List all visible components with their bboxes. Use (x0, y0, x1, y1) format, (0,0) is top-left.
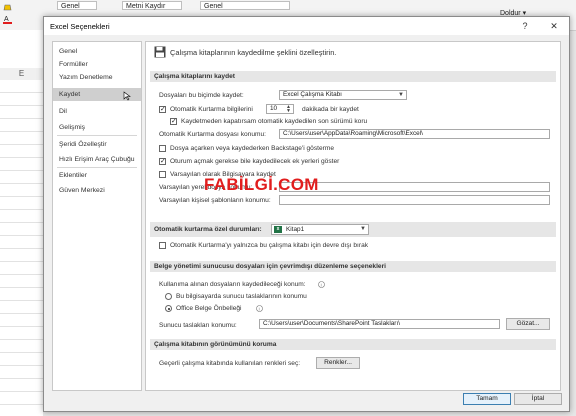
mouse-cursor-icon (123, 91, 131, 101)
dialog-titlebar: Excel Seçenekleri ? ✕ (44, 17, 569, 35)
info-icon: i (318, 281, 325, 288)
help-button[interactable]: ? (518, 20, 532, 32)
section-appearance: Çalışma kitabının görünümünü koruma (150, 339, 556, 350)
autorecover-location-input[interactable]: C:\Users\user\AppData\Roaming\Microsoft\… (279, 129, 550, 139)
workbook-dropdown[interactable]: Kitap1 ▼ (271, 224, 369, 235)
watermark: FABİLGİ.COM (204, 175, 319, 194)
nav-item-formuller[interactable]: Formüller (53, 58, 141, 71)
svg-text:i: i (259, 306, 260, 311)
backstage-checkbox[interactable] (159, 145, 166, 152)
ribbon-format-left[interactable]: Genel (57, 1, 97, 10)
excel-workbook-icon: x (274, 226, 282, 233)
save-format-dropdown[interactable]: Excel Çalışma Kitabı ▼ (279, 90, 407, 100)
dialog-title: Excel Seçenekleri (50, 22, 110, 31)
save-format-label: Dosyaları bu biçimde kaydet: (159, 92, 244, 99)
autorecover-label: Otomatik Kurtarma bilgilerini (170, 106, 253, 113)
nav-item-hizli-erisim[interactable]: Hızlı Erişim Araç Çubuğu (53, 153, 141, 166)
cancel-button[interactable]: İptal (514, 393, 562, 405)
colors-button[interactable]: Renkler... (316, 357, 360, 369)
chevron-down-icon: ▼ (360, 226, 366, 232)
info-icon: i (256, 305, 263, 312)
section-save-workbooks: Çalışma kitaplarını kaydet (150, 71, 556, 82)
option-office-cache-radio[interactable] (165, 305, 172, 312)
nav-item-guven-merkezi[interactable]: Güven Merkezi (53, 184, 141, 197)
disable-autorecover-checkbox[interactable] (159, 242, 166, 249)
number-format-dropdown[interactable]: Genel (200, 1, 290, 10)
default-local-location-input[interactable] (279, 182, 550, 192)
worksheet-rows (0, 80, 43, 416)
autorecover-location-label: Otomatik Kurtarma dosyası konumu: (159, 131, 267, 138)
wrap-text-button[interactable]: Metni Kaydır (122, 1, 182, 10)
option-office-cache-label: Office Belge Önbelleği (176, 305, 242, 312)
checked-out-location-label: Kullanıma alınan dosyaların kaydedileceğ… (159, 281, 306, 288)
floppy-disk-icon (154, 46, 166, 58)
close-button[interactable]: ✕ (547, 20, 561, 32)
svg-text:A: A (4, 16, 9, 23)
drafts-location-input[interactable]: C:\Users\user\Documents\SharePoint Tasla… (259, 319, 500, 329)
nav-item-dil[interactable]: Dil (53, 105, 141, 118)
browse-button[interactable]: Gözat... (506, 318, 550, 330)
excel-options-dialog: Excel Seçenekleri ? ✕ Genel Formüller Ya… (43, 16, 570, 412)
svg-text:i: i (321, 282, 322, 287)
personal-templates-label: Varsayılan kişisel şablonların konumu: (159, 197, 271, 204)
nav-item-genel[interactable]: Genel (53, 45, 141, 58)
backstage-label: Dosya açarken veya kaydederken Backstage… (170, 145, 334, 152)
keep-last-version-checkbox[interactable]: ✓ (170, 118, 177, 125)
save-to-computer-checkbox[interactable] (159, 171, 166, 178)
personal-templates-input[interactable] (279, 195, 550, 205)
options-nav: Genel Formüller Yazım Denetleme Kaydet D… (52, 41, 142, 391)
keep-last-version-label: Kaydetmeden kapatırsam otomatik kaydedil… (181, 118, 368, 125)
option-server-drafts-label: Bu bilgisayarda sunucu taslaklarının kon… (176, 293, 307, 300)
options-content: Çalışma kitaplarının kaydedilme şeklini … (145, 41, 561, 391)
ok-button[interactable]: Tamam (463, 393, 511, 405)
font-color-icon[interactable]: A (2, 14, 16, 24)
colors-label: Geçerli çalışma kitabında kullanılan ren… (159, 360, 301, 367)
autorecover-suffix: dakikada bir kaydet (302, 106, 359, 113)
nav-separator (57, 167, 137, 168)
nav-item-eklentiler[interactable]: Eklentiler (53, 169, 141, 182)
nav-item-gelismis[interactable]: Gelişmiş (53, 121, 141, 134)
paint-bucket-icon[interactable] (2, 3, 16, 13)
page-header: Çalışma kitaplarının kaydedilme şeklini … (170, 48, 337, 57)
chevron-down-icon: ▼ (398, 92, 404, 98)
drafts-location-label: Sunucu taslakları konumu: (159, 322, 237, 329)
autorecover-minutes-spinner[interactable]: 10 ▲ ▼ (266, 104, 294, 114)
spinner-arrows-icon[interactable]: ▲ ▼ (286, 105, 291, 113)
nav-item-seridi-ozellestir[interactable]: Şeridi Özelleştir (53, 138, 141, 151)
nav-separator (57, 135, 137, 136)
autorecover-checkbox[interactable]: ✓ (159, 106, 166, 113)
autorecover-exceptions-title: Otomatik kurtarma özel durumları: (154, 226, 262, 233)
option-server-drafts-radio[interactable] (165, 293, 172, 300)
signin-locations-checkbox[interactable]: ✓ (159, 158, 166, 165)
section-server-drafts: Belge yönetimi sunucusu dosyaları için ç… (150, 261, 556, 272)
signin-locations-label: Oturum açmak gerekse bile kaydedilecek e… (170, 158, 340, 165)
nav-item-yazim-denetleme[interactable]: Yazım Denetleme (53, 71, 141, 84)
disable-autorecover-label: Otomatik Kurtarma'yı yalnızca bu çalışma… (170, 242, 369, 249)
